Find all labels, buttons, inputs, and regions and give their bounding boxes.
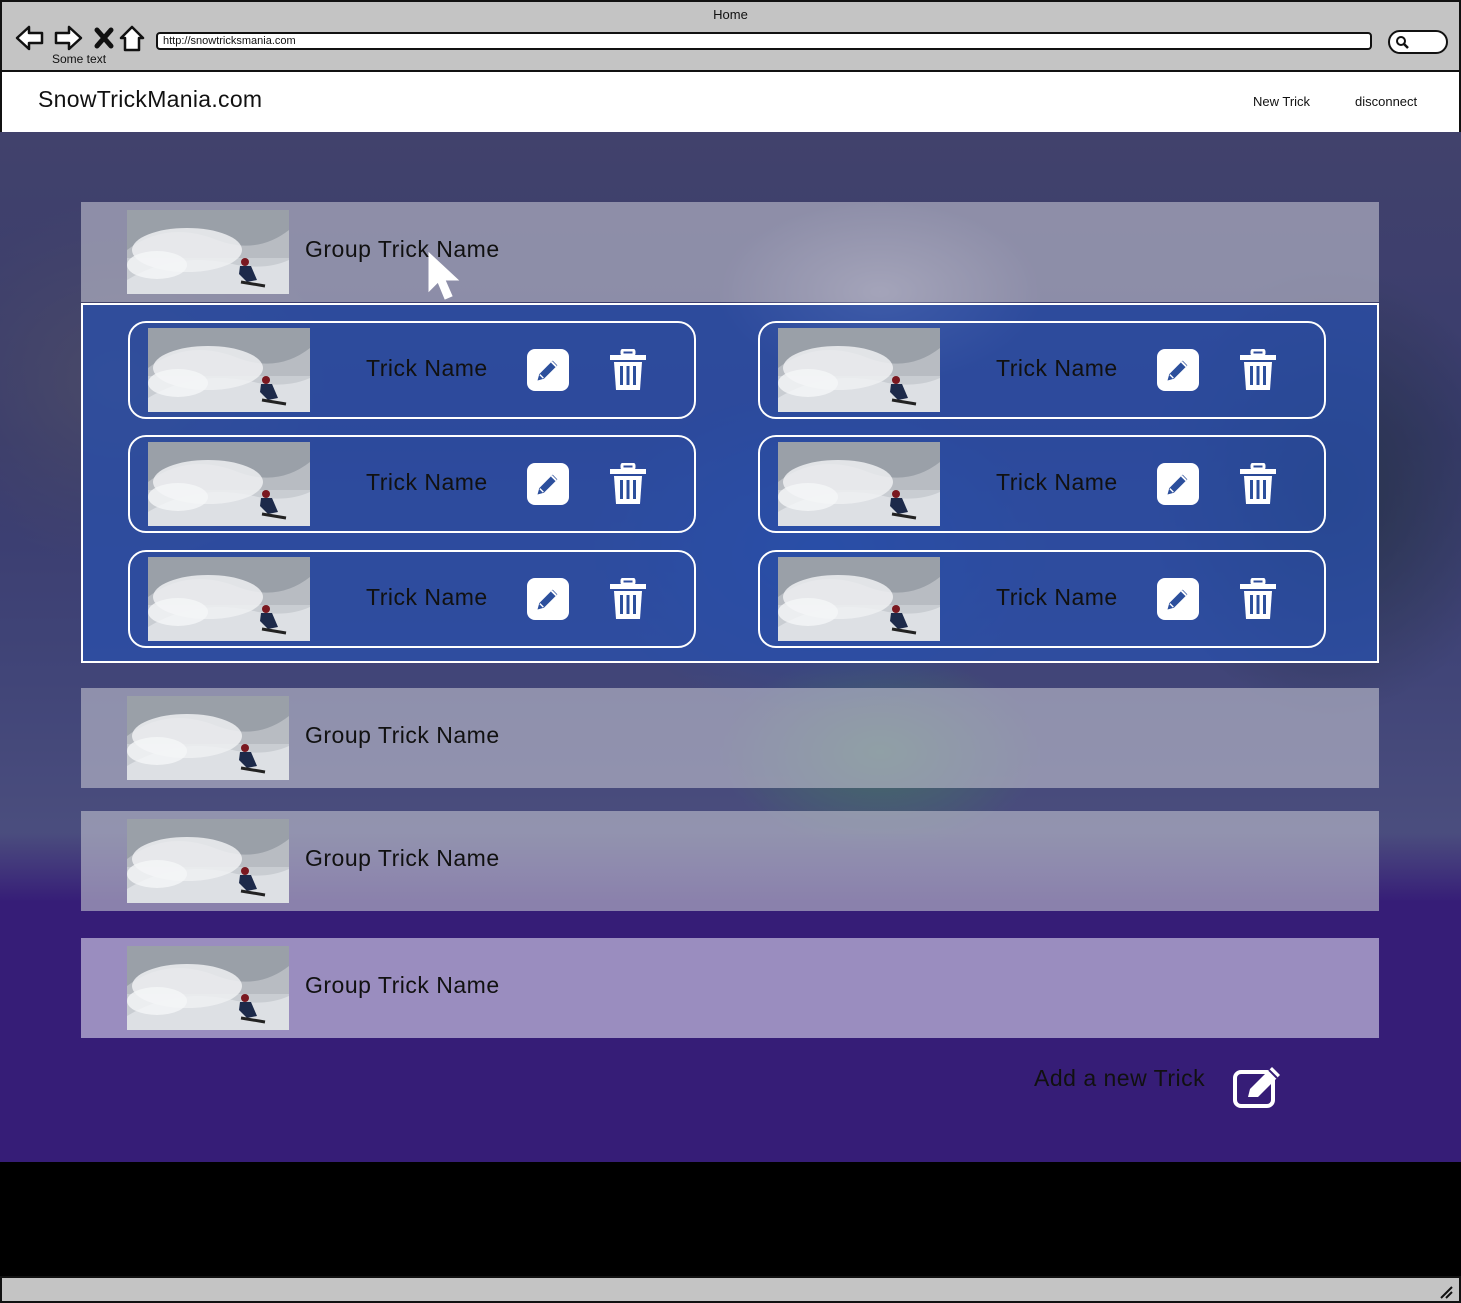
window-title: Home [713,7,748,22]
pencil-icon [534,585,562,613]
edit-button[interactable] [527,463,569,505]
browser-chrome: Home Some text http://snowtricksmania.co… [0,0,1461,72]
home-icon[interactable] [116,22,148,54]
trick-name: Trick Name [996,584,1118,610]
nav-disconnect[interactable]: disconnect [1355,94,1417,109]
trick-card[interactable]: Trick Name [128,435,696,533]
url-bar[interactable]: http://snowtricksmania.com [156,32,1372,50]
group-title: Group Trick Name [305,722,500,748]
trick-card[interactable]: Trick Name [128,321,696,419]
add-trick-link[interactable]: Add a new Trick [1034,1065,1205,1092]
trick-name: Trick Name [996,469,1118,495]
trick-thumbnail [148,557,310,641]
nav-new-trick[interactable]: New Trick [1253,94,1310,109]
trick-thumbnail [778,328,940,412]
forward-icon[interactable] [52,22,84,54]
trick-thumbnail [778,557,940,641]
pencil-icon [534,356,562,384]
edit-button[interactable] [1157,349,1199,391]
trick-card[interactable]: Trick Name [128,550,696,648]
site-header: SnowTrickMania.com New Trick disconnect [0,72,1461,132]
status-text: Some text [52,52,107,66]
back-icon[interactable] [14,22,46,54]
trash-icon [608,463,648,505]
trick-thumbnail [148,442,310,526]
edit-button[interactable] [1157,463,1199,505]
delete-button[interactable] [607,463,649,505]
trash-icon [1238,463,1278,505]
trash-icon [608,578,648,620]
group-row[interactable]: Group Trick Name [81,688,1379,788]
group-row[interactable]: Group Trick Name [81,938,1379,1038]
trick-card[interactable]: Trick Name [758,435,1326,533]
pencil-icon [1164,356,1192,384]
delete-button[interactable] [1237,349,1279,391]
trick-thumbnail [148,328,310,412]
trick-card[interactable]: Trick Name [758,550,1326,648]
search-icon [1396,36,1409,49]
group-row[interactable]: Group Trick Name [81,811,1379,911]
mouse-cursor-icon [428,251,460,300]
content-area: Group Trick Name Trick Name Trick Name T… [0,132,1461,1162]
edit-button[interactable] [527,578,569,620]
browser-search[interactable] [1388,30,1448,54]
resize-grip-icon[interactable] [1437,1283,1453,1299]
trick-name: Trick Name [366,469,488,495]
group-row[interactable]: Group Trick Name [81,202,1379,302]
trick-name: Trick Name [366,584,488,610]
delete-button[interactable] [607,349,649,391]
edit-button[interactable] [527,349,569,391]
trick-list-panel: Trick Name Trick Name Trick Name Trick N… [81,303,1379,663]
edit-square-icon[interactable] [1232,1064,1284,1110]
group-title: Group Trick Name [305,845,500,871]
trick-thumbnail [778,442,940,526]
trick-name: Trick Name [366,355,488,381]
trick-name: Trick Name [996,355,1118,381]
trash-icon [608,349,648,391]
trick-card[interactable]: Trick Name [758,321,1326,419]
group-thumbnail [127,819,289,903]
edit-button[interactable] [1157,578,1199,620]
group-thumbnail [127,946,289,1030]
group-thumbnail [127,696,289,780]
delete-button[interactable] [1237,578,1279,620]
group-title: Group Trick Name [305,236,500,262]
pencil-icon [534,470,562,498]
trash-icon [1238,349,1278,391]
browser-status-bar [0,1276,1461,1303]
delete-button[interactable] [607,578,649,620]
group-title: Group Trick Name [305,972,500,998]
pencil-icon [1164,585,1192,613]
page-footer [0,1162,1461,1276]
pencil-icon [1164,470,1192,498]
site-logo[interactable]: SnowTrickMania.com [38,86,262,113]
delete-button[interactable] [1237,463,1279,505]
group-thumbnail [127,210,289,294]
trash-icon [1238,578,1278,620]
